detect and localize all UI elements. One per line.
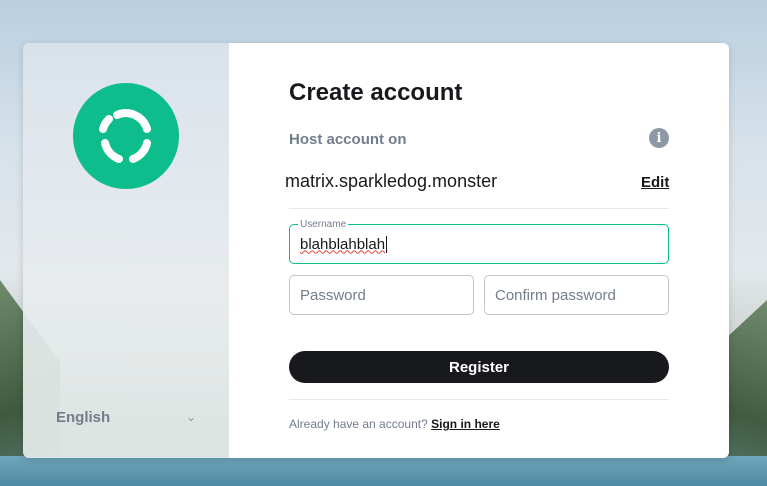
- confirm-password-field[interactable]: Confirm password: [484, 275, 669, 315]
- confirm-password-placeholder: Confirm password: [495, 286, 616, 304]
- register-button[interactable]: Register: [289, 351, 669, 383]
- page-title: Create account: [289, 79, 463, 106]
- element-logo-icon: [73, 83, 179, 189]
- background-water: [0, 456, 767, 486]
- edit-server-link[interactable]: Edit: [641, 174, 669, 191]
- signin-link[interactable]: Sign in here: [431, 417, 500, 431]
- chevron-down-icon: ⌄: [185, 410, 196, 424]
- signin-prompt-text: Already have an account?: [289, 417, 428, 431]
- info-icon[interactable]: i: [649, 128, 669, 148]
- server-name: matrix.sparkledog.monster: [285, 171, 498, 191]
- language-selector[interactable]: English ⌄: [56, 407, 196, 427]
- register-form: Create account Host account on i matrix.…: [229, 43, 729, 458]
- username-field[interactable]: Username blahblahblah: [289, 219, 669, 264]
- text-cursor: [386, 235, 388, 253]
- username-legend: Username: [298, 219, 349, 230]
- auth-card: English ⌄ Create account Host account on…: [23, 43, 729, 458]
- language-label: English: [56, 408, 111, 426]
- auth-sidebar: English ⌄: [23, 43, 229, 458]
- divider: [289, 399, 669, 400]
- divider: [289, 208, 669, 209]
- host-label: Host account on: [289, 131, 407, 148]
- signin-prompt: Already have an account? Sign in here: [289, 417, 500, 431]
- password-field[interactable]: Password: [289, 275, 474, 315]
- username-value: blahblahblah: [300, 235, 386, 253]
- password-placeholder: Password: [300, 286, 366, 304]
